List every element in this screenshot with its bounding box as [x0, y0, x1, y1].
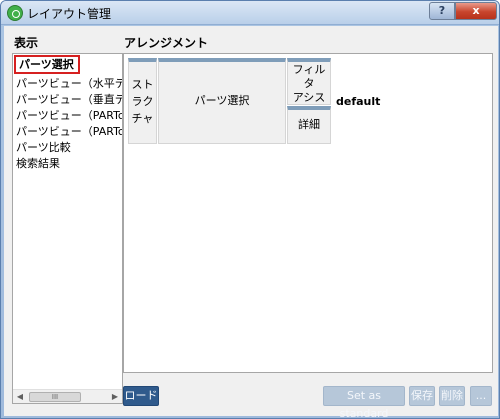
arrangement-panel: スト ラク チャ パーツ選択 フィルタ アシスタ ント 詳細 default [123, 53, 493, 373]
list-item-parts-view-partcc-1[interactable]: パーツビュー（PARTcc [16, 108, 122, 124]
detail-cell-label: 詳細 [298, 118, 320, 131]
view-list[interactable]: パーツ選択 パーツビュー（水平テー パーツビュー（垂直テー パーツビュー（PAR… [12, 53, 123, 404]
list-item-parts-select[interactable]: パーツ選択 [14, 55, 80, 74]
detail-cell[interactable]: 詳細 [287, 106, 331, 144]
delete-button[interactable]: 削除 [439, 386, 465, 406]
structure-text-2: ラク [131, 95, 154, 108]
list-item-parts-view-partcc-2[interactable]: パーツビュー（PARTcc [16, 124, 122, 140]
save-button[interactable]: 保存 [409, 386, 435, 406]
scroll-thumb[interactable]: III [29, 392, 81, 402]
horizontal-scrollbar[interactable]: ◀ III ▶ [13, 389, 122, 403]
app-icon [7, 5, 23, 21]
arrangement-heading: アレンジメント [124, 36, 209, 50]
view-heading: 表示 [14, 36, 39, 50]
list-item-parts-compare[interactable]: パーツ比較 [16, 140, 71, 156]
scroll-left-icon[interactable]: ◀ [13, 390, 27, 403]
structure-cell[interactable]: スト ラク チャ [128, 58, 157, 144]
title-bar: レイアウト管理 ? x [1, 1, 499, 25]
set-as-standard-button[interactable]: Set as standard [323, 386, 405, 418]
structure-text-3: チャ [131, 112, 154, 125]
window-title: レイアウト管理 [27, 7, 112, 21]
help-button[interactable]: ? [429, 2, 455, 20]
list-item-parts-view-horizontal[interactable]: パーツビュー（水平テー [16, 76, 122, 92]
default-layout-label: default [336, 95, 381, 108]
parts-select-cell[interactable]: パーツ選択 [158, 58, 286, 144]
close-button[interactable]: x [455, 2, 497, 20]
parts-select-cell-label: パーツ選択 [194, 94, 250, 107]
layout-manager-window: レイアウト管理 ? x 表示 アレンジメント パーツ選択 パーツビュー（水平テー… [0, 0, 500, 419]
list-item-parts-view-vertical[interactable]: パーツビュー（垂直テー [16, 92, 122, 108]
structure-text-1: スト [131, 78, 154, 91]
dialog-content: 表示 アレンジメント パーツ選択 パーツビュー（水平テー パーツビュー（垂直テー… [4, 26, 498, 418]
list-item-search-results[interactable]: 検索結果 [16, 156, 60, 172]
filter-assistant-cell[interactable]: フィルタ アシスタ ント [287, 58, 331, 132]
load-button[interactable]: ロード [123, 386, 159, 406]
more-button[interactable]: ... [470, 386, 492, 406]
scroll-right-icon[interactable]: ▶ [108, 390, 122, 403]
filter-text-1: フィルタ [292, 63, 326, 90]
